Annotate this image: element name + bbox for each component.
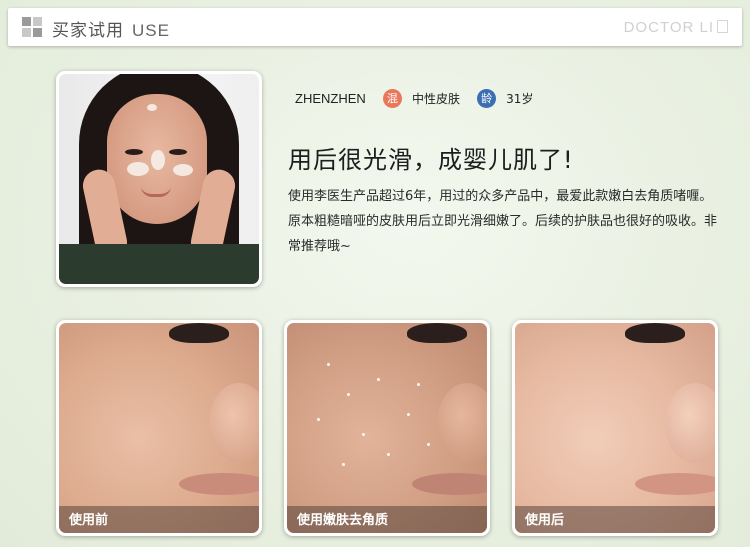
photo-before: 使用前 (59, 323, 259, 533)
photo-during: 使用嫩肤去角质 (287, 323, 487, 533)
photo-caption: 使用嫩肤去角质 (297, 513, 389, 528)
photo-after-card: 使用后 (512, 320, 718, 536)
section-title-cn: 买家试用 (52, 21, 124, 41)
user-info: ZHENZHEN 混 中性皮肤 龄 31岁 (295, 88, 533, 108)
brand-text: DOCTOR LI (623, 19, 714, 36)
section-title-en: USE (132, 21, 170, 40)
user-photo-card (56, 71, 262, 287)
page: 买家试用 USE DOCTOR LI ZHENZHEN 混 中性皮肤 龄 31岁 (0, 0, 750, 547)
review-text: 使用李医生产品超过6年，用过的众多产品中，最爱此款嫩白去角质啫喱。原本粗糙暗哑的… (288, 189, 718, 254)
photo-during-card: 使用嫩肤去角质 (284, 320, 490, 536)
age-label: 31岁 (506, 92, 534, 106)
section-title: 买家试用 USE (52, 16, 170, 41)
grid-icon (22, 17, 42, 37)
section-header: 买家试用 USE DOCTOR LI (8, 8, 742, 46)
skin-type-label: 中性皮肤 (411, 92, 460, 106)
photo-before-card: 使用前 (56, 320, 262, 536)
skin-type-icon: 混 (382, 89, 402, 108)
user-name: ZHENZHEN (295, 91, 366, 106)
photo-caption: 使用前 (69, 513, 109, 528)
review-headline: 用后很光滑，成婴儿肌了! (288, 146, 574, 174)
user-photo (59, 74, 259, 284)
brand-logo: DOCTOR LI (624, 19, 728, 36)
photo-after: 使用后 (515, 323, 715, 533)
photo-caption: 使用后 (525, 513, 565, 528)
age-icon: 龄 (477, 89, 497, 108)
